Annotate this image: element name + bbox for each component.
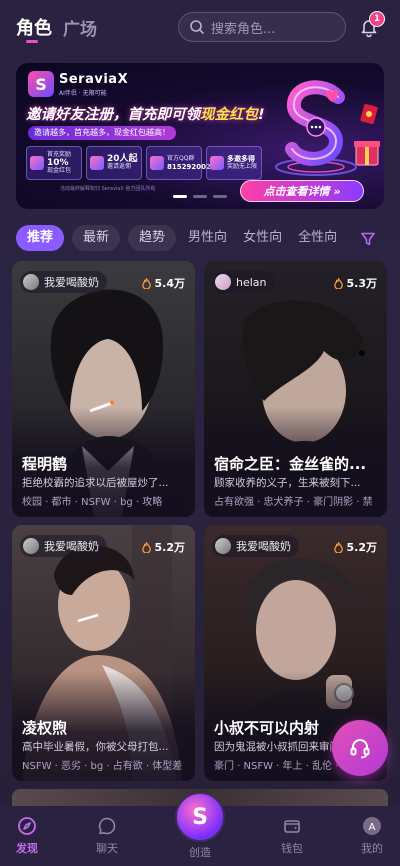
flame-icon (333, 541, 343, 553)
card-author-chip[interactable]: 我爱喝酸奶 (20, 271, 107, 293)
banner-pagination (0, 195, 400, 198)
nav-chat[interactable]: 聊天 (77, 816, 137, 856)
banner-headline: 邀请好友注册，首充即可领现金红包! (26, 107, 265, 123)
create-button[interactable]: S (175, 792, 225, 842)
tab-roles[interactable]: 角色 (16, 14, 52, 40)
author-avatar (215, 538, 231, 554)
benefit-card: 20人起 邀请返佣 (86, 146, 142, 180)
svg-text:A: A (369, 822, 376, 833)
filter-female[interactable]: 女性向 (239, 225, 286, 251)
card-tags: 占有欲强 · 忠犬养子 · 豪门阴影 · 禁 (214, 497, 373, 508)
card-popularity: 5.4万 (141, 275, 185, 291)
card-title: 程明鹤 (22, 455, 68, 473)
card-author-chip[interactable]: 我爱喝酸奶 (20, 535, 107, 557)
compass-icon (18, 817, 36, 835)
headset-icon (350, 739, 370, 759)
search-input[interactable]: 搜索角色... (178, 12, 346, 42)
chat-bubble-icon (98, 817, 116, 835)
support-chat-button[interactable] (332, 720, 388, 776)
gift-icon (30, 156, 44, 170)
card-tags: NSFW · 恶劣 · bg · 占有欲 · 体型差 (22, 761, 183, 772)
wallet-icon (284, 820, 300, 833)
neon-logo-illustration (275, 80, 380, 176)
benefit-card: 官方QQ群 815292002 (146, 146, 211, 180)
pagination-dot[interactable] (213, 195, 227, 198)
filter-funnel-icon[interactable] (360, 231, 376, 247)
tab-square[interactable]: 广场 (63, 15, 97, 40)
filter-trending[interactable]: 趋势 (128, 225, 177, 251)
notification-badge: 1 (369, 11, 385, 27)
benefit-card: 首充奖励 10% 现金红包 (26, 146, 82, 180)
author-avatar (23, 274, 39, 290)
card-author-chip[interactable]: 我爱喝酸奶 (212, 535, 299, 557)
banner-disclaimer: 活动最终解释权归 SeraviaX 官方团队所有 (60, 186, 156, 192)
create-logo-icon: S (192, 804, 208, 830)
filter-male[interactable]: 男性向 (184, 225, 231, 251)
pagination-dot[interactable] (173, 195, 187, 198)
search-placeholder: 搜索角色... (211, 21, 276, 37)
flame-icon (333, 277, 343, 289)
nav-mine[interactable]: A 我的 (342, 816, 400, 856)
author-name: helan (236, 275, 267, 289)
tab-roles-indicator (26, 40, 38, 43)
benefit-card: 多邀多得 奖励无上限 (206, 146, 262, 180)
card-description: 高中毕业暑假，你被父母打包... (22, 741, 169, 753)
filter-recommended[interactable]: 推荐 (16, 225, 65, 251)
flame-icon (141, 541, 151, 553)
banner-logo: S SeraviaX AI伴侣 · 无限可能 (28, 71, 128, 97)
banner-cta-button[interactable]: 点击查看详情 » (240, 180, 364, 202)
users-icon (90, 156, 104, 170)
brand-tagline: AI伴侣 · 无限可能 (59, 89, 107, 97)
brand-name: SeraviaX (59, 71, 129, 87)
category-filters: 推荐 最新 趋势 男性向 女性向 全性向 (16, 225, 356, 251)
card-popularity: 5.3万 (333, 275, 377, 291)
banner-benefit-cards: 首充奖励 10% 现金红包 20人起 邀请返佣 官方QQ群 815292002 多邀多得… (26, 146, 266, 180)
banner-subheadline: 邀请越多，首充越多，现金红包越高！ (28, 126, 176, 140)
author-name: 我爱喝酸奶 (236, 540, 291, 553)
flame-icon (141, 277, 151, 289)
author-name: 我爱喝酸奶 (44, 276, 99, 289)
card-description: 顾家收养的义子，生来被刻下... (214, 477, 361, 489)
avatar-icon: A (363, 817, 381, 835)
author-name: 我爱喝酸奶 (44, 540, 99, 553)
card-author-chip[interactable]: helan (212, 271, 275, 293)
card-popularity: 5.2万 (141, 539, 185, 555)
card-title: 宿命之臣：金丝雀的... (214, 455, 367, 473)
brand-logo-icon: S (28, 71, 54, 97)
top-header: 角色 广场 搜索角色... 1 (0, 0, 400, 56)
search-icon (190, 20, 204, 34)
author-avatar (215, 274, 231, 290)
qq-icon (150, 156, 164, 170)
author-avatar (23, 538, 39, 554)
create-label: 创造 (189, 846, 211, 859)
character-card[interactable]: 我爱喝酸奶 5.2万 凌权煦 高中毕业暑假，你被父母打包... NSFW · 恶… (12, 525, 195, 781)
card-tags: 校园 · 都市 · NSFW · bg · 攻略 (22, 497, 163, 508)
filter-all-gender[interactable]: 全性向 (294, 225, 341, 251)
nav-wallet[interactable]: 钱包 (262, 816, 322, 856)
pagination-dot[interactable] (193, 195, 207, 198)
card-popularity: 5.2万 (333, 539, 377, 555)
coin-icon (210, 156, 224, 170)
card-description: 拒绝校霸的追求以后被屋炒了... (22, 477, 169, 489)
promo-banner[interactable]: S SeraviaX AI伴侣 · 无限可能 邀请好友注册，首充即可领现金红包!… (16, 63, 384, 209)
character-card[interactable]: helan 5.3万 宿命之臣：金丝雀的... 顾家收养的义子，生来被刻下...… (204, 261, 387, 517)
filter-latest[interactable]: 最新 (72, 225, 121, 251)
character-card[interactable]: 我爱喝酸奶 5.4万 程明鹤 拒绝校霸的追求以后被屋炒了... 校园 · 都市 … (12, 261, 195, 517)
card-title: 凌权煦 (22, 719, 68, 737)
nav-discover[interactable]: 发现 (0, 816, 57, 856)
